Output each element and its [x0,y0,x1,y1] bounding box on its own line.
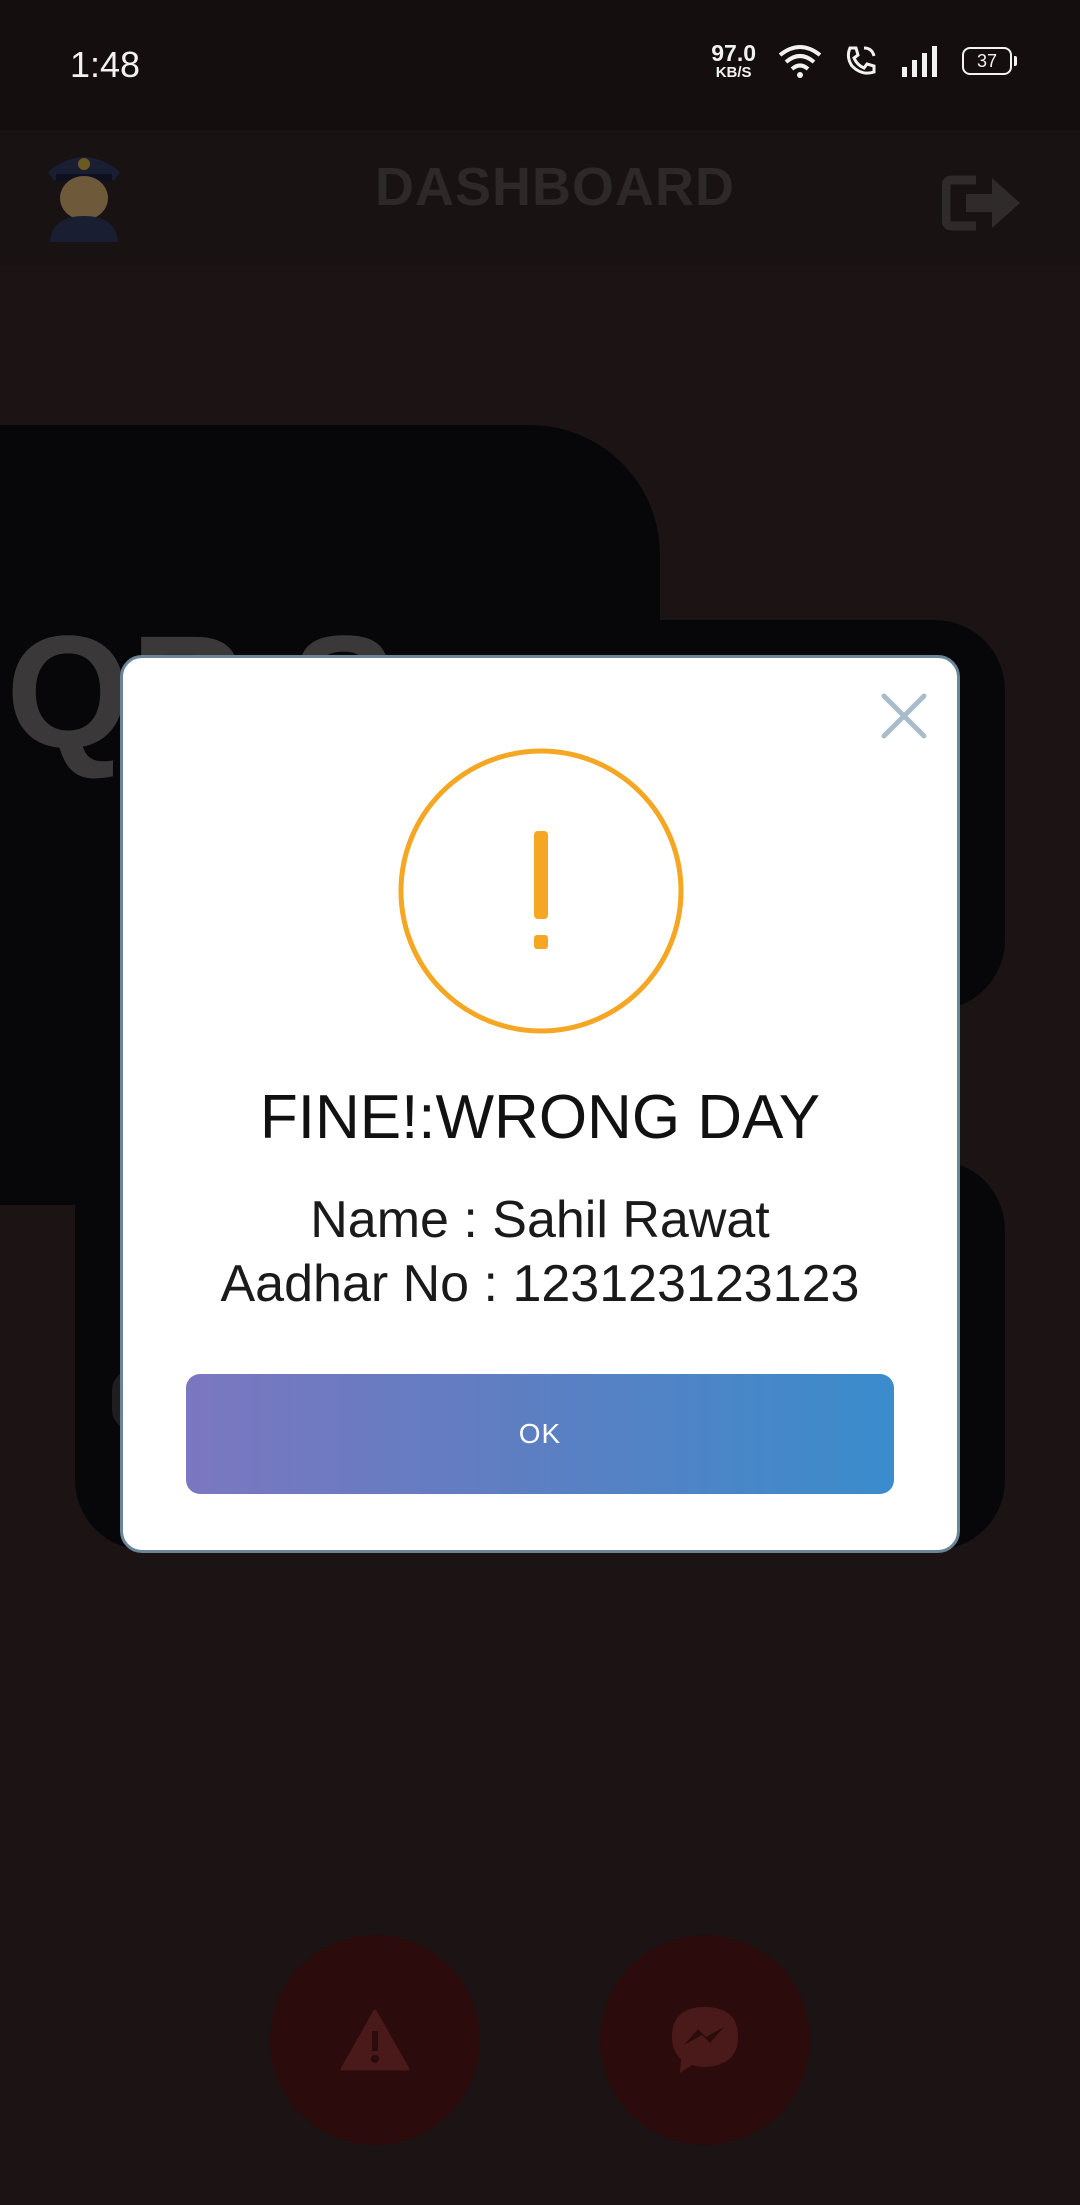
status-bar: 1:48 97.0 KB/S 37 [0,0,1080,130]
wifi-call-icon [846,46,876,75]
network-speed: 97.0 KB/S [711,40,756,81]
app-bar: DASHBOARD [0,130,1080,265]
logout-icon[interactable] [942,150,1022,250]
status-icons: 97.0 KB/S 37 [711,40,1017,81]
messenger-button[interactable] [600,1935,810,2145]
close-icon[interactable] [876,688,932,744]
citizen-name: Name : Sahil Rawat [310,1191,770,1249]
citizen-aadhar: Aadhar No : 123123123123 [220,1255,860,1313]
page-title: DASHBOARD [375,157,735,217]
messenger-icon [672,2007,738,2073]
warning-icon [398,748,684,1034]
fine-alert-dialog: FINE!:WRONG DAY Name : Sahil Rawat Aadha… [120,655,960,1553]
alert-button[interactable] [270,1935,480,2145]
alert-triangle-icon [340,2009,410,2071]
dialog-message: Name : Sahil Rawat Aadhar No : 123123123… [123,1188,957,1316]
signal-icon [902,46,937,77]
ok-button[interactable]: OK [186,1374,894,1494]
wifi-icon [778,45,822,78]
network-speed-unit: KB/S [715,64,752,81]
dialog-title: FINE!:WRONG DAY [259,1083,821,1152]
network-speed-value: 97.0 [711,40,756,66]
battery-icon: 37 [962,47,1017,75]
status-time: 1:48 [70,44,141,85]
